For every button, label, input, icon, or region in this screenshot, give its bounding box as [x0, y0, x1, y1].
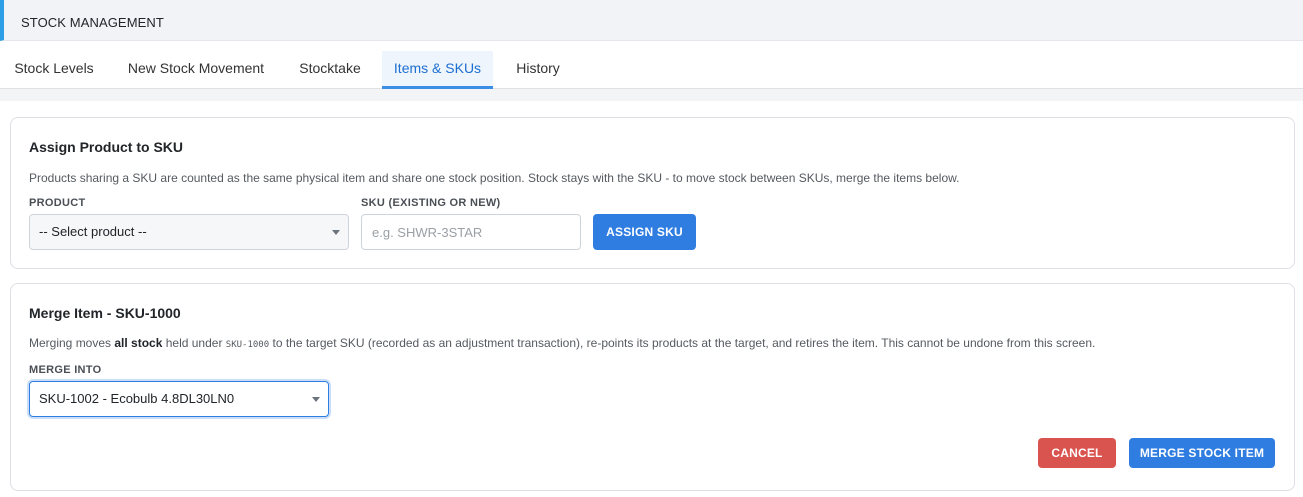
- product-select-value: -- Select product --: [39, 224, 147, 239]
- tab-new-stock-movement[interactable]: New Stock Movement: [110, 51, 282, 89]
- app-header: STOCK MANAGEMENT: [0, 0, 1303, 41]
- product-select[interactable]: -- Select product --: [29, 214, 349, 250]
- product-label: PRODUCT: [29, 197, 86, 209]
- merge-into-select-value: SKU-1002 - Ecobulb 4.8DL30LN0: [39, 391, 235, 406]
- tab-history[interactable]: History: [500, 51, 576, 89]
- assign-card-description: Products sharing a SKU are counted as th…: [29, 171, 960, 185]
- merge-into-select[interactable]: SKU-1002 - Ecobulb 4.8DL30LN0: [29, 381, 329, 417]
- merge-stock-item-button[interactable]: MERGE STOCK ITEM: [1129, 438, 1275, 468]
- tab-stock-levels[interactable]: Stock Levels: [0, 51, 108, 89]
- merge-desc-emphasis: all stock: [114, 336, 163, 350]
- assign-sku-button[interactable]: ASSIGN SKU: [593, 214, 696, 250]
- assign-card-title: Assign Product to SKU: [29, 139, 184, 155]
- cancel-button[interactable]: CANCEL: [1038, 438, 1116, 468]
- tab-stocktake[interactable]: Stocktake: [284, 51, 376, 89]
- chevron-down-icon: [332, 230, 340, 235]
- sku-input[interactable]: [361, 214, 581, 250]
- assign-sku-card: Assign Product to SKU Products sharing a…: [10, 117, 1295, 269]
- merge-item-card: Merge Item - SKU-1000 Merging moves all …: [10, 283, 1295, 491]
- sku-label: SKU (EXISTING OR NEW): [361, 197, 501, 209]
- tab-bar: Stock Levels New Stock Movement Stocktak…: [0, 51, 1303, 89]
- merge-into-label: MERGE INTO: [29, 364, 102, 376]
- merge-card-title: Merge Item - SKU-1000: [29, 305, 181, 321]
- tab-items-skus[interactable]: Items & SKUs: [382, 51, 493, 89]
- page-title: STOCK MANAGEMENT: [21, 15, 164, 30]
- merge-source-sku: SKU-1000: [225, 340, 270, 350]
- merge-card-description: Merging moves all stock held under SKU-1…: [29, 336, 1096, 350]
- chevron-down-icon: [312, 397, 320, 402]
